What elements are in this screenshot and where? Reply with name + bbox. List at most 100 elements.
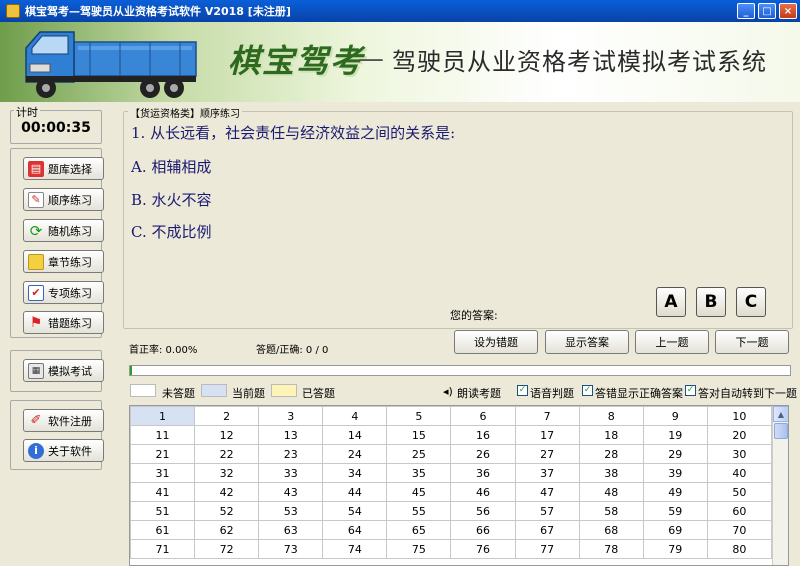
question-cell[interactable]: 4: [322, 406, 388, 426]
question-cell[interactable]: 72: [194, 539, 260, 559]
next-question-button[interactable]: 下一题: [715, 330, 789, 354]
question-cell[interactable]: 12: [194, 425, 260, 445]
question-cell[interactable]: 75: [386, 539, 452, 559]
sidebar-item-sequence[interactable]: ✎ 顺序练习: [23, 188, 104, 211]
question-cell[interactable]: 37: [514, 463, 580, 483]
sidebar-item-mock-exam[interactable]: ▦ 模拟考试: [23, 359, 104, 382]
question-cell[interactable]: 77: [514, 539, 580, 559]
scroll-thumb[interactable]: [774, 423, 788, 439]
question-cell[interactable]: 56: [450, 501, 516, 521]
question-cell[interactable]: 42: [194, 482, 260, 502]
question-cell[interactable]: 41: [130, 482, 196, 502]
grid-scrollbar[interactable]: ▲: [772, 406, 788, 565]
show-correct-checkbox[interactable]: ✓: [582, 385, 593, 396]
question-cell[interactable]: 43: [258, 482, 324, 502]
question-cell[interactable]: 63: [258, 520, 324, 540]
question-cell[interactable]: 52: [194, 501, 260, 521]
question-cell[interactable]: 29: [642, 444, 708, 464]
question-cell[interactable]: 2: [194, 406, 260, 426]
show-answer-button[interactable]: 显示答案: [545, 330, 629, 354]
question-cell[interactable]: 38: [578, 463, 644, 483]
question-cell[interactable]: 15: [386, 425, 452, 445]
question-cell[interactable]: 44: [322, 482, 388, 502]
question-cell[interactable]: 6: [450, 406, 516, 426]
answer-b-button[interactable]: B: [696, 287, 726, 317]
question-cell[interactable]: 3: [258, 406, 324, 426]
question-cell[interactable]: 13: [258, 425, 324, 445]
question-cell[interactable]: 31: [130, 463, 196, 483]
question-cell[interactable]: 74: [322, 539, 388, 559]
question-cell[interactable]: 39: [642, 463, 708, 483]
question-cell[interactable]: 16: [450, 425, 516, 445]
question-cell[interactable]: 22: [194, 444, 260, 464]
question-cell[interactable]: 35: [386, 463, 452, 483]
question-cell[interactable]: 76: [450, 539, 516, 559]
question-cell[interactable]: 51: [130, 501, 196, 521]
question-cell[interactable]: 34: [322, 463, 388, 483]
question-cell[interactable]: 30: [706, 444, 773, 464]
question-cell[interactable]: 14: [322, 425, 388, 445]
question-cell[interactable]: 62: [194, 520, 260, 540]
question-cell[interactable]: 21: [130, 444, 196, 464]
question-cell[interactable]: 50: [706, 482, 773, 502]
question-cell[interactable]: 9: [642, 406, 708, 426]
sidebar-item-chapter[interactable]: 章节练习: [23, 250, 104, 273]
question-cell[interactable]: 26: [450, 444, 516, 464]
question-cell[interactable]: 59: [642, 501, 708, 521]
mark-wrong-button[interactable]: 设为错题: [454, 330, 538, 354]
question-cell[interactable]: 5: [386, 406, 452, 426]
question-cell[interactable]: 54: [322, 501, 388, 521]
minimize-button[interactable]: _: [737, 3, 755, 19]
question-cell[interactable]: 36: [450, 463, 516, 483]
scroll-up-icon[interactable]: ▲: [773, 406, 788, 422]
question-cell[interactable]: 40: [706, 463, 773, 483]
question-cell[interactable]: 78: [578, 539, 644, 559]
question-cell[interactable]: 64: [322, 520, 388, 540]
question-cell[interactable]: 8: [578, 406, 644, 426]
close-button[interactable]: ×: [779, 3, 797, 19]
sidebar-item-special[interactable]: ✔ 专项练习: [23, 281, 104, 304]
question-cell[interactable]: 20: [706, 425, 773, 445]
question-cell[interactable]: 73: [258, 539, 324, 559]
sidebar-item-bank-select[interactable]: ▤ 题库选择: [23, 157, 104, 180]
question-cell[interactable]: 70: [706, 520, 773, 540]
question-cell[interactable]: 7: [514, 406, 580, 426]
question-cell[interactable]: 45: [386, 482, 452, 502]
sidebar-item-about[interactable]: i 关于软件: [23, 439, 104, 462]
question-cell[interactable]: 11: [130, 425, 196, 445]
question-cell[interactable]: 19: [642, 425, 708, 445]
question-cell[interactable]: 48: [578, 482, 644, 502]
question-cell[interactable]: 67: [514, 520, 580, 540]
read-question-button[interactable]: 朗读考题: [457, 385, 501, 401]
question-cell[interactable]: 24: [322, 444, 388, 464]
option-c[interactable]: C. 不成比例: [131, 221, 211, 242]
question-cell[interactable]: 27: [514, 444, 580, 464]
question-cell[interactable]: 68: [578, 520, 644, 540]
question-cell[interactable]: 32: [194, 463, 260, 483]
voice-judge-checkbox[interactable]: ✓: [517, 385, 528, 396]
answer-c-button[interactable]: C: [736, 287, 766, 317]
question-cell[interactable]: 80: [706, 539, 773, 559]
maximize-button[interactable]: □: [758, 3, 776, 19]
question-cell[interactable]: 25: [386, 444, 452, 464]
question-cell[interactable]: 55: [386, 501, 452, 521]
question-cell[interactable]: 65: [386, 520, 452, 540]
question-cell[interactable]: 60: [706, 501, 773, 521]
question-cell[interactable]: 53: [258, 501, 324, 521]
question-cell[interactable]: 1: [130, 406, 196, 426]
question-cell[interactable]: 79: [642, 539, 708, 559]
question-cell[interactable]: 71: [130, 539, 196, 559]
question-cell[interactable]: 33: [258, 463, 324, 483]
option-b[interactable]: B. 水火不容: [131, 189, 212, 210]
question-cell[interactable]: 57: [514, 501, 580, 521]
question-cell[interactable]: 66: [450, 520, 516, 540]
question-cell[interactable]: 17: [514, 425, 580, 445]
answer-a-button[interactable]: A: [656, 287, 686, 317]
question-cell[interactable]: 69: [642, 520, 708, 540]
question-cell[interactable]: 49: [642, 482, 708, 502]
sidebar-item-register[interactable]: ✐ 软件注册: [23, 409, 104, 432]
prev-question-button[interactable]: 上一题: [635, 330, 709, 354]
option-a[interactable]: A. 相辅相成: [131, 156, 211, 177]
question-cell[interactable]: 28: [578, 444, 644, 464]
speaker-icon[interactable]: ◂): [443, 385, 453, 398]
